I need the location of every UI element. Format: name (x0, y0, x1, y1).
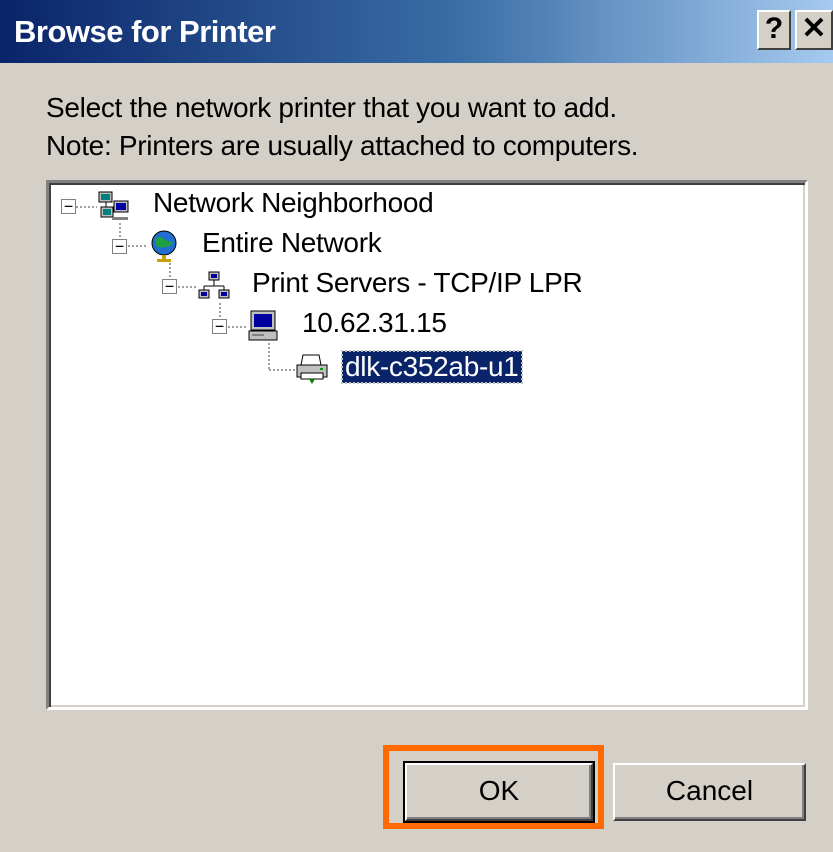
network-icon (198, 271, 230, 299)
printer-icon (296, 354, 328, 384)
instruction-text-line1: Select the network printer that you want… (46, 92, 617, 123)
network-neighborhood-icon (98, 191, 129, 220)
ok-button[interactable]: OK (403, 761, 595, 823)
expander-entire-network[interactable]: − (112, 239, 127, 254)
close-button[interactable]: ✕ (795, 10, 833, 50)
tree-node-entire-network[interactable]: Entire Network (199, 227, 384, 259)
help-button[interactable]: ? (757, 10, 791, 50)
tree-node-ip-host[interactable]: 10.62.31.15 (299, 307, 450, 339)
computer-icon (248, 310, 278, 341)
browse-for-printer-dialog: Browse for Printer ? ✕ Select the networ… (0, 0, 833, 852)
title-bar[interactable]: Browse for Printer ? ✕ (0, 0, 833, 63)
printer-tree-view[interactable]: − Network Neighborhood − Entire Network … (46, 180, 808, 710)
expander-network-neighborhood[interactable]: − (61, 199, 76, 214)
expander-print-servers[interactable]: − (162, 279, 177, 294)
tree-node-printer[interactable]: dlk-c352ab-u1 (341, 350, 523, 384)
instruction-text-line2: Note: Printers are usually attached to c… (46, 130, 639, 161)
window-title: Browse for Printer (14, 14, 276, 49)
tree-node-network-neighborhood[interactable]: Network Neighborhood (150, 187, 436, 219)
tree-node-print-servers[interactable]: Print Servers - TCP/IP LPR (249, 267, 585, 299)
cancel-button[interactable]: Cancel (613, 763, 806, 821)
expander-ip-host[interactable]: − (212, 319, 227, 334)
globe-icon (151, 230, 177, 262)
